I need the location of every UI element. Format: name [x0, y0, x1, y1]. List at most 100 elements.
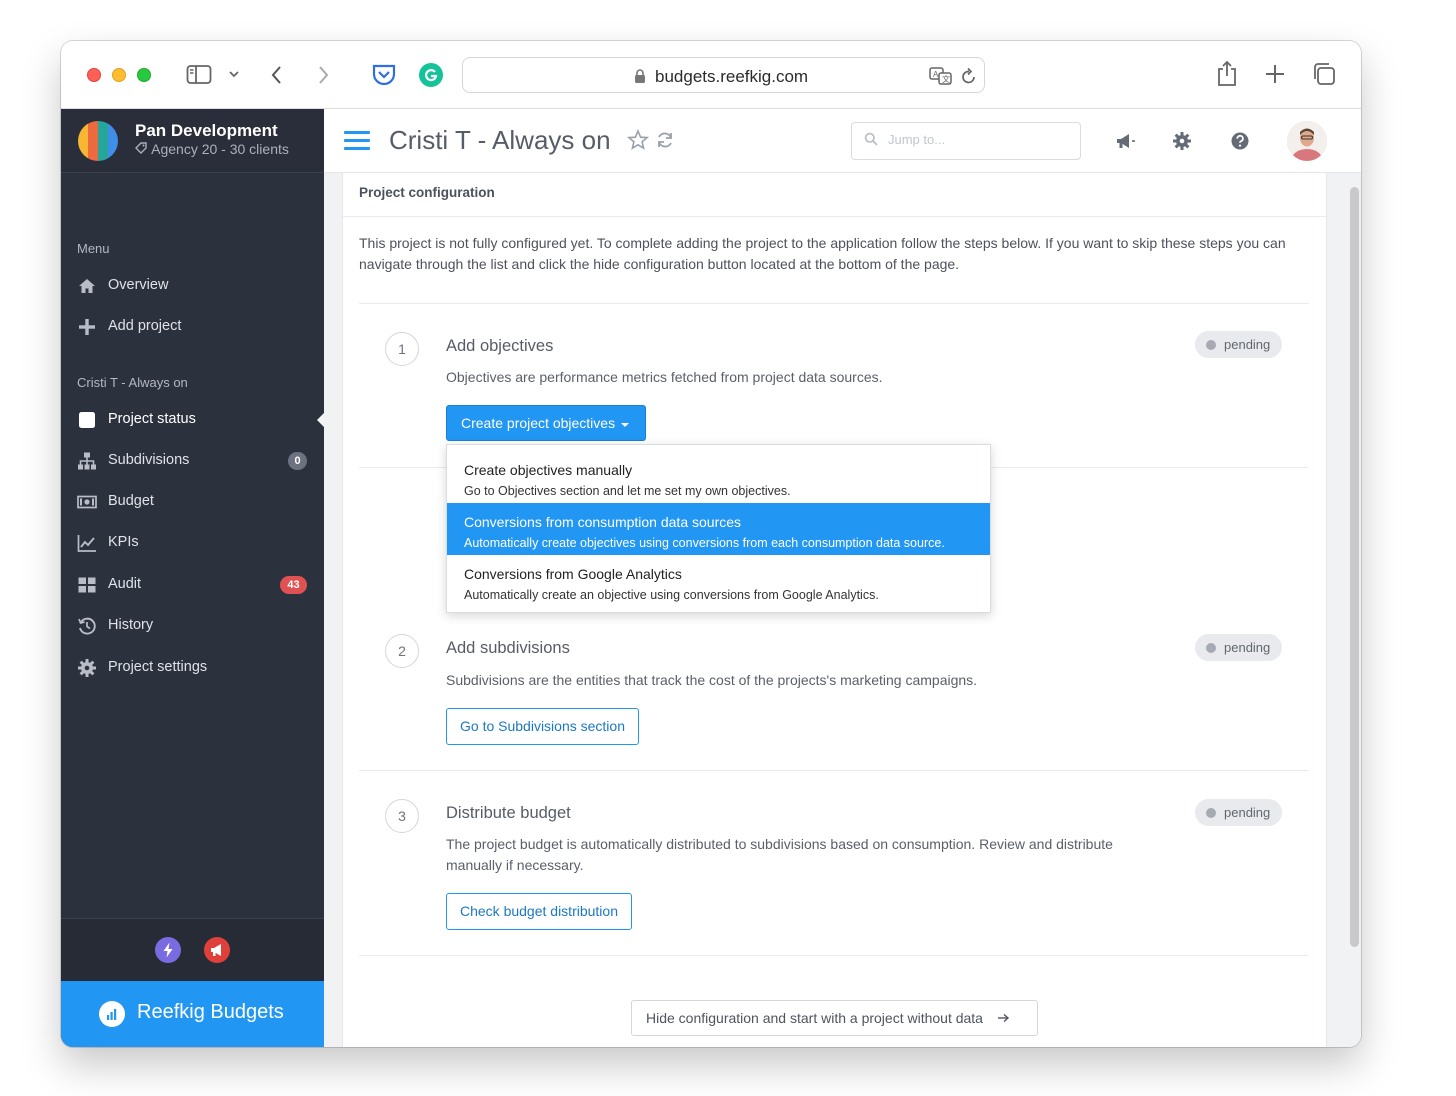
product-name: Reefkig Budgets	[137, 1001, 284, 1023]
create-project-objectives-button[interactable]: Create project objectives	[446, 405, 646, 441]
pocket-icon[interactable]	[371, 63, 397, 87]
agency-logo	[78, 121, 118, 161]
sidebar-item-label: Add project	[108, 318, 182, 334]
translate-icon[interactable]: A文	[929, 66, 953, 86]
back-icon[interactable]	[269, 63, 285, 87]
line-chart-icon	[77, 533, 97, 553]
dropdown-item-title: Conversions from consumption data source…	[464, 514, 742, 530]
share-icon[interactable]	[1216, 59, 1238, 87]
active-indicator	[317, 413, 324, 427]
dropdown-item-google-analytics[interactable]: Conversions from Google Analytics Automa…	[447, 555, 990, 607]
sidebar-item-project-status[interactable]: Project status	[61, 401, 324, 439]
main-content: Cristi T - Always on Jump to... Project …	[324, 109, 1361, 1047]
status-dot	[1206, 340, 1216, 350]
tag-icon	[135, 141, 148, 157]
reload-icon[interactable]	[960, 66, 978, 86]
vertical-scrollbar[interactable]	[1350, 187, 1359, 947]
button-label: Hide configuration and start with a proj…	[646, 1010, 983, 1026]
new-tab-icon[interactable]	[1264, 63, 1286, 85]
sidebar-item-label: Project status	[108, 411, 196, 427]
menu-toggle-icon[interactable]	[344, 131, 370, 151]
sidebar-item-label: Audit	[108, 576, 142, 592]
star-icon[interactable]	[626, 128, 650, 157]
bolt-icon[interactable]	[155, 937, 181, 963]
svg-text:A: A	[933, 70, 939, 79]
gear-icon	[77, 658, 97, 678]
browser-window: budgets.reefkig.com A文 Pan Development A…	[61, 41, 1361, 1047]
announcements-icon[interactable]	[204, 937, 230, 963]
megaphone-icon[interactable]	[1114, 131, 1136, 155]
card-title: Project configuration	[359, 185, 495, 200]
lock-icon	[633, 68, 647, 84]
hide-configuration-button[interactable]: Hide configuration and start with a proj…	[631, 1000, 1038, 1036]
close-window-button[interactable]	[87, 68, 101, 82]
sidebar-item-label: KPIs	[108, 534, 139, 550]
go-to-subdivisions-button[interactable]: Go to Subdivisions section	[446, 708, 639, 745]
grammarly-icon[interactable]	[418, 62, 444, 88]
history-icon	[77, 616, 97, 636]
status-badge: pending	[1195, 634, 1282, 661]
search-icon	[864, 132, 878, 149]
card-header: Project configuration	[343, 173, 1326, 217]
money-icon	[77, 492, 97, 512]
settings-icon[interactable]	[1171, 131, 1193, 155]
menu-section-label: Menu	[77, 241, 110, 256]
status-label: pending	[1224, 337, 1271, 352]
sidebar-item-audit[interactable]: Audit 43	[61, 566, 324, 604]
sidebar-item-kpis[interactable]: KPIs	[61, 524, 324, 562]
help-icon[interactable]	[1229, 131, 1251, 155]
check-budget-distribution-button[interactable]: Check budget distribution	[446, 893, 632, 930]
sidebar-toggle-icon[interactable]	[186, 64, 212, 86]
agency-plan: Agency 20 - 30 clients	[135, 141, 289, 157]
sidebar-item-project-settings[interactable]: Project settings	[61, 649, 324, 687]
chevron-down-icon[interactable]	[227, 65, 241, 83]
sidebar-item-label: Subdivisions	[108, 452, 190, 468]
user-avatar[interactable]	[1287, 121, 1327, 161]
step-number: 2	[385, 634, 419, 668]
step-number: 3	[385, 799, 419, 833]
zoom-window-button[interactable]	[137, 68, 151, 82]
step-title: Add subdivisions	[446, 639, 570, 657]
bar-chart-icon	[99, 1001, 125, 1027]
sidebar-item-label: Overview	[108, 277, 169, 293]
status-badge: pending	[1195, 331, 1282, 358]
dropdown-item-manual[interactable]: Create objectives manually Go to Objecti…	[447, 451, 990, 503]
agency-name: Pan Development	[135, 121, 278, 140]
project-configuration-card: Project configuration This project is no…	[342, 173, 1327, 1047]
sidebar-item-budget[interactable]: Budget	[61, 483, 324, 521]
agency-plan-label: Agency 20 - 30 clients	[151, 141, 289, 157]
refresh-icon[interactable]	[655, 129, 675, 157]
step-description: Subdivisions are the entities that track…	[446, 672, 978, 688]
sidebar-item-label: History	[108, 617, 154, 633]
sidebar-item-add-project[interactable]: Add project	[61, 308, 324, 346]
page-title: Cristi T - Always on	[389, 125, 611, 155]
sidebar-item-subdivisions[interactable]: Subdivisions 0	[61, 442, 324, 480]
caret-down-icon	[620, 406, 631, 440]
agency-switcher[interactable]: Pan Development Agency 20 - 30 clients	[61, 109, 324, 173]
square-icon	[77, 410, 97, 430]
dropdown-item-subtitle: Go to Objectives section and let me set …	[464, 484, 791, 498]
product-brand[interactable]: Reefkig Budgets	[61, 981, 324, 1047]
jump-to-search[interactable]	[851, 122, 1081, 160]
dropdown-item-title: Conversions from Google Analytics	[464, 566, 682, 582]
button-label: Create project objectives	[461, 415, 616, 431]
sidebar-item-overview[interactable]: Overview	[61, 267, 324, 305]
divider	[359, 955, 1309, 956]
dropdown-item-title: Create objectives manually	[464, 462, 633, 478]
sidebar-item-label: Project settings	[108, 659, 208, 675]
home-icon	[77, 276, 97, 296]
tabs-overview-icon[interactable]	[1312, 62, 1336, 86]
minimize-window-button[interactable]	[112, 68, 126, 82]
objectives-dropdown-menu: Create objectives manually Go to Objecti…	[446, 444, 991, 613]
status-label: pending	[1224, 805, 1271, 820]
status-dot	[1206, 643, 1216, 653]
forward-icon[interactable]	[315, 63, 331, 87]
url-bar[interactable]: budgets.reefkig.com A文	[462, 57, 985, 93]
search-input[interactable]	[888, 132, 1068, 147]
browser-toolbar: budgets.reefkig.com A文	[61, 41, 1361, 109]
plus-icon	[77, 317, 97, 337]
sidebar-item-history[interactable]: History	[61, 607, 324, 645]
dropdown-item-consumption-sources[interactable]: Conversions from consumption data source…	[447, 503, 990, 555]
project-section-label: Cristi T - Always on	[77, 375, 188, 390]
step-title: Add objectives	[446, 337, 554, 355]
